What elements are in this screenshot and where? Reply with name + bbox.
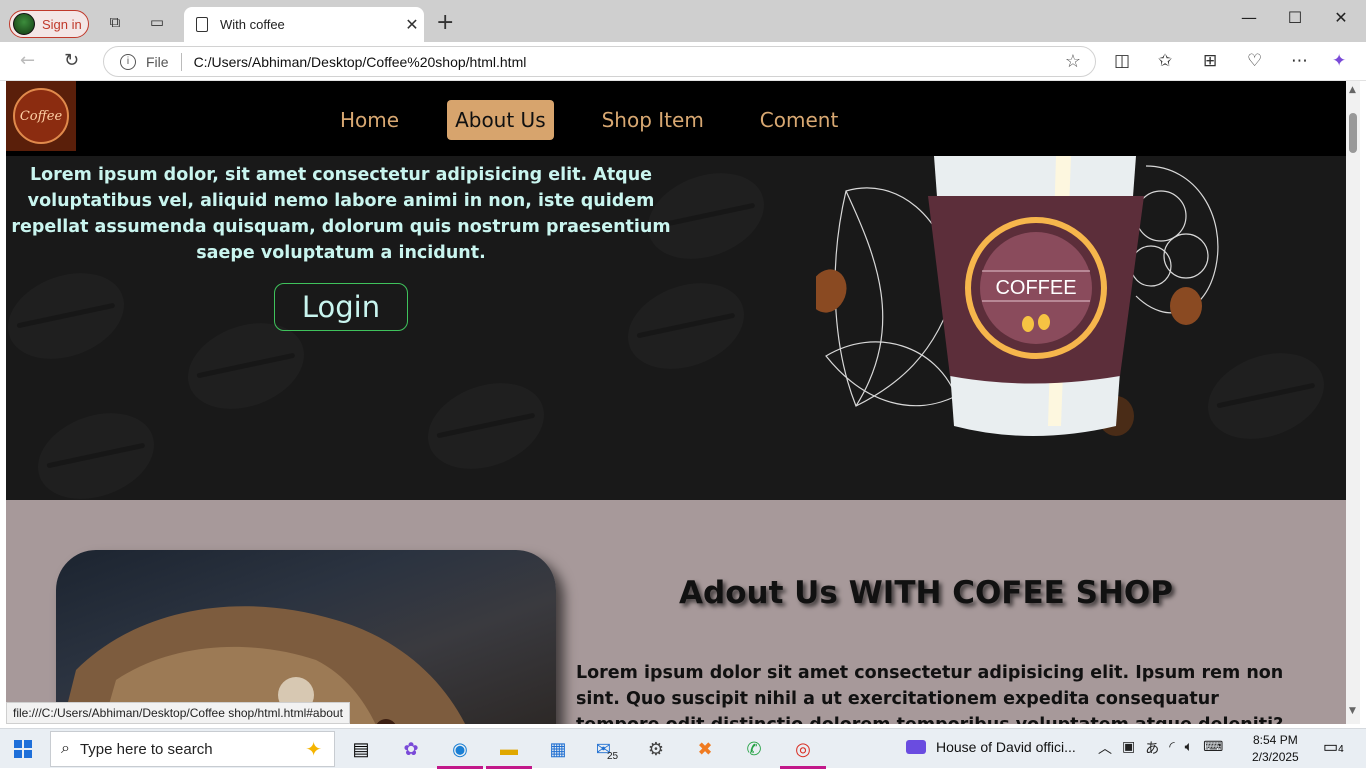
info-icon[interactable]: i bbox=[120, 53, 136, 70]
logo-text: Coffee bbox=[13, 88, 69, 144]
scroll-up-icon[interactable]: ▲ bbox=[1349, 85, 1356, 95]
volume-icon[interactable]: 🔈︎ bbox=[1185, 738, 1193, 758]
clock-time: 8:54 PM bbox=[1253, 733, 1298, 747]
scroll-thumb[interactable] bbox=[1349, 113, 1357, 153]
media-icon bbox=[906, 740, 926, 754]
bean-pattern bbox=[25, 397, 167, 500]
address-bar-row: ← ↻ i File C:/Users/Abhiman/Desktop/Coff… bbox=[0, 42, 1366, 81]
coffee-beans-photo bbox=[56, 550, 556, 724]
close-window-icon[interactable]: ✕ bbox=[1318, 8, 1364, 27]
mail-badge: 25 bbox=[606, 750, 619, 762]
sparkle-icon: ✦ bbox=[305, 738, 322, 761]
about-paragraph: Lorem ipsum dolor sit amet consectetur a… bbox=[576, 663, 1284, 724]
url-scheme-label: File bbox=[146, 53, 169, 70]
device-icon[interactable]: ▣ bbox=[1122, 738, 1135, 758]
site-navbar: Coffee Home About Us Shop Item Coment bbox=[6, 81, 1346, 156]
copilot-app-icon[interactable]: ✿ bbox=[396, 735, 426, 763]
file-explorer-icon[interactable]: ▬ bbox=[486, 735, 532, 769]
back-icon[interactable]: ← bbox=[20, 50, 35, 71]
split-screen-icon[interactable]: ◫ bbox=[1114, 51, 1130, 71]
start-button[interactable] bbox=[14, 740, 32, 758]
minimize-icon[interactable]: — bbox=[1226, 8, 1272, 27]
profile-avatar bbox=[13, 13, 35, 35]
about-section: Adout Us WITH COFEE SHOP Lorem ipsum dol… bbox=[6, 500, 1346, 724]
cup-label: COFFEE bbox=[995, 277, 1076, 299]
notification-icon[interactable]: ▭4 bbox=[1323, 737, 1344, 757]
maximize-icon[interactable]: ☐ bbox=[1272, 8, 1318, 27]
workspaces-icon[interactable]: ⧉ bbox=[105, 12, 125, 32]
media-title: House of David offici... bbox=[936, 739, 1076, 755]
bean-pattern bbox=[615, 267, 757, 385]
bean-pattern bbox=[415, 367, 557, 485]
search-icon: ⌕ bbox=[61, 740, 70, 757]
url-text[interactable]: C:/Users/Abhiman/Desktop/Coffee%20shop/h… bbox=[194, 54, 1065, 70]
page-icon bbox=[196, 17, 208, 32]
windows-taskbar: ⌕ Type here to search ✦ ▤ ✿ ◉ ▬ ▦ ✉ 25 ⚙ … bbox=[0, 728, 1366, 769]
browser-tabstrip: Sign in ⧉ ▭ With coffee ✕ + — ☐ ✕ bbox=[0, 0, 1366, 42]
notification-count: 4 bbox=[1338, 744, 1344, 755]
language-icon[interactable]: あ bbox=[1145, 738, 1159, 758]
about-title: Adout Us WITH COFEE SHOP bbox=[679, 575, 1173, 611]
search-placeholder: Type here to search bbox=[79, 740, 213, 758]
copilot-icon[interactable]: ✦ bbox=[1332, 51, 1346, 71]
chrome-icon[interactable]: ◎ bbox=[780, 735, 826, 769]
login-button[interactable]: Login bbox=[274, 283, 408, 331]
divider bbox=[180, 52, 182, 71]
media-widget[interactable]: House of David offici... bbox=[906, 739, 1076, 755]
store-icon[interactable]: ▦ bbox=[543, 735, 573, 763]
browser-essentials-icon[interactable]: ♡ bbox=[1247, 51, 1262, 71]
hero-section: Lorem ipsum dolor, sit amet consectetur … bbox=[6, 156, 1346, 500]
close-tab-icon[interactable]: ✕ bbox=[400, 15, 424, 34]
profile-label: Sign in bbox=[42, 16, 82, 32]
xampp-icon[interactable]: ✖ bbox=[690, 735, 720, 763]
chevron-up-icon[interactable]: ︿ bbox=[1098, 738, 1112, 758]
bean-pattern bbox=[6, 257, 137, 375]
page-viewport: Coffee Home About Us Shop Item Coment Lo… bbox=[6, 81, 1346, 724]
profile-button[interactable]: Sign in bbox=[9, 10, 89, 38]
mail-icon[interactable]: ✉ 25 bbox=[592, 735, 622, 763]
collections-icon[interactable]: ⊞ bbox=[1203, 51, 1217, 71]
coffee-cup-illustration: COFFEE bbox=[816, 156, 1219, 436]
tab-title: With coffee bbox=[220, 17, 285, 32]
nav-shop-item[interactable]: Shop Item bbox=[594, 100, 712, 140]
edge-app-icon[interactable]: ◉ bbox=[437, 735, 483, 769]
wifi-icon[interactable]: ◜ bbox=[1169, 738, 1174, 758]
taskbar-search[interactable]: ⌕ Type here to search ✦ bbox=[50, 731, 335, 767]
new-tab-icon[interactable]: + bbox=[436, 10, 454, 35]
keyboard-icon[interactable]: ⌨ bbox=[1203, 738, 1223, 758]
favorite-star-icon[interactable]: ☆ bbox=[1065, 51, 1081, 72]
coffee-logo[interactable]: Coffee bbox=[6, 81, 76, 151]
clock-date: 2/3/2025 bbox=[1252, 750, 1299, 764]
tab-with-coffee[interactable]: With coffee ✕ bbox=[184, 7, 424, 42]
clock[interactable]: 8:54 PM 2/3/2025 bbox=[1252, 732, 1299, 766]
scroll-down-icon[interactable]: ▼ bbox=[1349, 706, 1356, 716]
address-bar[interactable]: i File C:/Users/Abhiman/Desktop/Coffee%2… bbox=[103, 46, 1096, 77]
favorites-icon[interactable]: ✩ bbox=[1158, 51, 1172, 71]
whatsapp-icon[interactable]: ✆ bbox=[739, 735, 769, 763]
refresh-icon[interactable]: ↻ bbox=[64, 50, 79, 71]
settings-icon[interactable]: ⚙ bbox=[641, 735, 671, 763]
burlap-illustration bbox=[62, 606, 466, 724]
hero-paragraph: Lorem ipsum dolor, sit amet consectetur … bbox=[11, 165, 671, 263]
task-view-icon[interactable]: ▤ bbox=[346, 735, 376, 763]
nav-coment[interactable]: Coment bbox=[752, 100, 847, 140]
nav-home[interactable]: Home bbox=[332, 100, 407, 140]
site-menu: Home About Us Shop Item Coment bbox=[332, 100, 886, 140]
page-scrollbar[interactable]: ▲ ▼ bbox=[1346, 81, 1360, 724]
more-options-icon[interactable]: ⋯ bbox=[1291, 51, 1308, 71]
nav-about-us[interactable]: About Us bbox=[447, 100, 554, 140]
status-bar-url: file:///C:/Users/Abhiman/Desktop/Coffee … bbox=[6, 702, 350, 724]
tab-actions-icon[interactable]: ▭ bbox=[147, 12, 167, 32]
system-tray: ︿ ▣ あ ◜ 🔈︎ ⌨ bbox=[1098, 738, 1223, 758]
